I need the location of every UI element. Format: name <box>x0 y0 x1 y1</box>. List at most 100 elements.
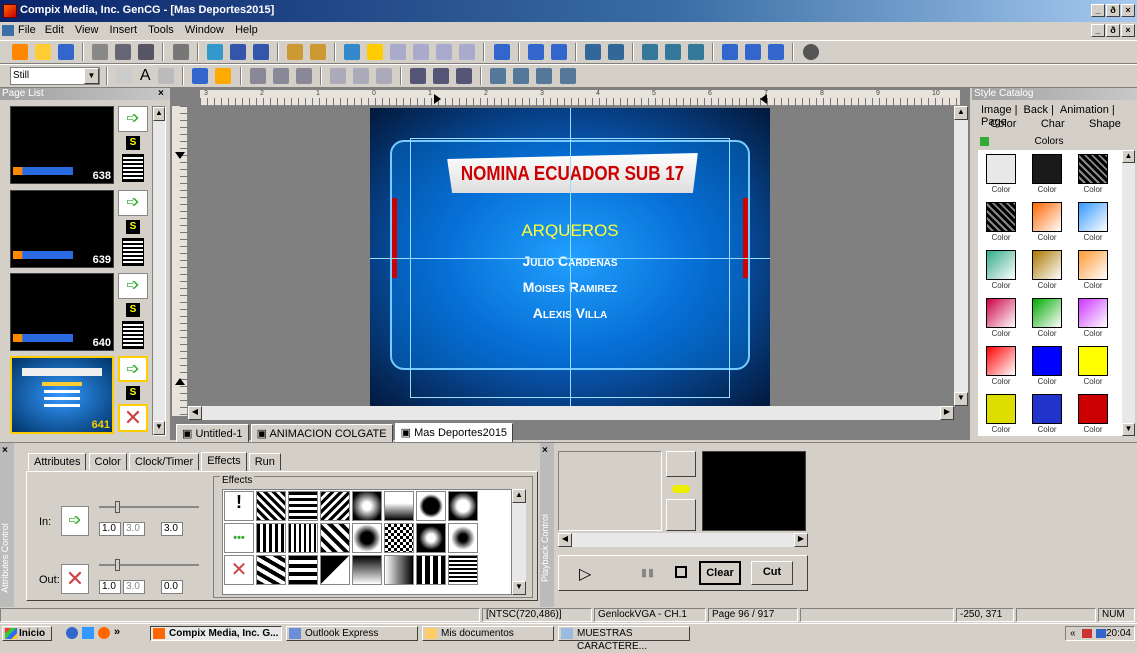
export-icon[interactable] <box>665 44 682 60</box>
color-swatch[interactable]: Color <box>1073 202 1113 242</box>
effect-dissolve-icon[interactable] <box>352 491 382 521</box>
redo-icon[interactable] <box>252 44 269 60</box>
effect-fade-icon[interactable] <box>384 491 414 521</box>
effect-fine-lines-icon[interactable] <box>448 555 478 585</box>
order-icon[interactable] <box>456 68 473 84</box>
tab-attributes[interactable]: Attributes <box>28 453 87 470</box>
scroll-down-icon[interactable]: ▼ <box>512 581 526 595</box>
chevron-down-icon[interactable]: ▼ <box>84 68 99 84</box>
child-restore-button[interactable]: ð <box>1106 24 1120 37</box>
color-swatch[interactable]: Color <box>1027 298 1067 338</box>
playback-close-icon[interactable]: × <box>542 445 548 456</box>
tab-mas-deportes[interactable]: ▣ Mas Deportes2015 <box>394 423 514 443</box>
tab-clock-timer[interactable]: Clock/Timer <box>128 453 200 470</box>
desktop-icon[interactable] <box>82 627 94 639</box>
color-swatch[interactable]: Color <box>1027 202 1067 242</box>
record-icon[interactable] <box>802 44 819 60</box>
prev-page-icon[interactable] <box>413 44 430 60</box>
color-swatch[interactable]: Color <box>981 154 1021 194</box>
page-list-close-icon[interactable]: × <box>158 88 164 99</box>
out-duration-field[interactable]: 1.0 <box>99 580 121 594</box>
tab-char[interactable]: Char <box>1041 118 1065 130</box>
menu-window[interactable]: Window <box>181 22 228 38</box>
play-icon[interactable] <box>722 44 739 60</box>
tray-expand-icon[interactable]: « <box>1070 627 1076 640</box>
align-center-icon[interactable] <box>272 68 289 84</box>
wipe-effect-icon[interactable] <box>122 321 144 349</box>
eject-icon[interactable] <box>745 44 762 60</box>
scroll-up-icon[interactable]: ▲ <box>512 489 526 503</box>
page-thumb-640[interactable]: 640 <box>10 273 114 351</box>
clear-button[interactable]: Clear <box>699 561 741 585</box>
color-swatch[interactable]: Color <box>1027 154 1067 194</box>
transition-in-icon[interactable]: ➩ <box>118 273 148 299</box>
close-button[interactable]: × <box>1121 4 1135 17</box>
attributes-close-icon[interactable]: × <box>2 445 8 456</box>
style-select[interactable]: Still ▼ <box>10 67 100 85</box>
task-compix[interactable]: Compix Media, Inc. G... <box>150 626 282 641</box>
color-swatch[interactable]: Color <box>981 394 1021 434</box>
effect-stripes-icon[interactable] <box>288 555 318 585</box>
effect-cut-icon[interactable]: ! <box>224 491 254 521</box>
effect-circle-icon[interactable] <box>352 523 382 553</box>
color-swatch[interactable]: Color <box>1073 250 1113 290</box>
effect-slant-icon[interactable] <box>256 555 286 585</box>
effect-tool-icon[interactable] <box>215 68 232 84</box>
effect-gradient-icon[interactable] <box>352 555 382 585</box>
highlight-icon[interactable] <box>367 44 384 60</box>
scroll-down-icon[interactable]: ▼ <box>153 421 165 435</box>
paint-icon[interactable] <box>607 44 624 60</box>
tab-untitled-1[interactable]: ▣ Untitled-1 <box>176 424 249 442</box>
ruler-marker-top[interactable] <box>175 152 185 159</box>
tab-back[interactable]: Back <box>1021 104 1051 116</box>
table-icon[interactable] <box>688 44 705 60</box>
graphic-preview[interactable]: NOMINA ECUADOR SUB 17 ARQUEROS Julio Car… <box>370 108 770 408</box>
menu-view[interactable]: View <box>71 22 103 38</box>
scroll-right-icon[interactable]: ▶ <box>794 533 808 547</box>
in-speed-field[interactable]: 3.0 <box>161 522 183 536</box>
color-swatch[interactable]: Color <box>1073 154 1113 194</box>
color-swatch[interactable]: Color <box>981 250 1021 290</box>
scroll-down-icon[interactable]: ▼ <box>1122 423 1135 436</box>
group-icon[interactable] <box>410 68 427 84</box>
color-swatch[interactable]: Color <box>1027 346 1067 386</box>
next-page-icon[interactable] <box>436 44 453 60</box>
firefox-icon[interactable] <box>98 627 110 639</box>
effect-corner-wipe-icon[interactable] <box>320 555 350 585</box>
tab-animacion-colgate[interactable]: ▣ ANIMACION COLGATE <box>250 424 393 442</box>
transition-in-icon[interactable]: ➩ <box>118 106 148 132</box>
in-duration-field[interactable]: 1.0 <box>99 522 121 536</box>
scroll-up-icon[interactable]: ▲ <box>153 107 165 121</box>
folder-up-icon[interactable] <box>980 137 989 146</box>
scroll-right-icon[interactable]: ▶ <box>940 406 954 420</box>
task-outlook[interactable]: Outlook Express <box>286 626 418 641</box>
pause-icon[interactable]: ▮▮ <box>641 566 655 579</box>
layer-3-icon[interactable] <box>536 68 553 84</box>
tab-color[interactable]: Color <box>990 118 1016 130</box>
transition-in-icon[interactable]: ➩ <box>118 356 148 382</box>
last-page-icon[interactable] <box>459 44 476 60</box>
color-swatch[interactable]: Color <box>1027 250 1067 290</box>
page-thumb-641[interactable]: 641 <box>10 356 114 434</box>
paste-icon[interactable] <box>138 44 155 60</box>
restore-button[interactable]: ð <box>1106 4 1120 17</box>
scroll-down-icon[interactable]: ▼ <box>954 392 968 406</box>
in-transition-button[interactable]: ➩ <box>61 506 89 536</box>
ie-icon[interactable] <box>66 627 78 639</box>
pointer-icon[interactable] <box>116 68 133 84</box>
effects-scrollbar[interactable]: ▲ ▼ <box>512 489 526 595</box>
task-mis-documentos[interactable]: Mis documentos <box>422 626 554 641</box>
effect-diag-blinds-icon[interactable] <box>320 523 350 553</box>
in-delay-field[interactable]: 3.0 <box>123 522 145 536</box>
copy-icon[interactable] <box>115 44 132 60</box>
color-swatch[interactable]: Color <box>981 298 1021 338</box>
wipe-effect-icon[interactable] <box>122 238 144 266</box>
still-badge[interactable]: S <box>126 136 140 150</box>
color-swatch[interactable]: Color <box>1073 394 1113 434</box>
effect-v-blinds-icon[interactable] <box>256 523 286 553</box>
new-icon[interactable] <box>12 44 28 60</box>
canvas-hscroll[interactable]: ◀ ▶ <box>188 406 954 420</box>
shape-tool-icon[interactable] <box>158 68 175 84</box>
table-layout-icon[interactable] <box>329 68 346 84</box>
unlock-icon[interactable] <box>309 44 326 60</box>
